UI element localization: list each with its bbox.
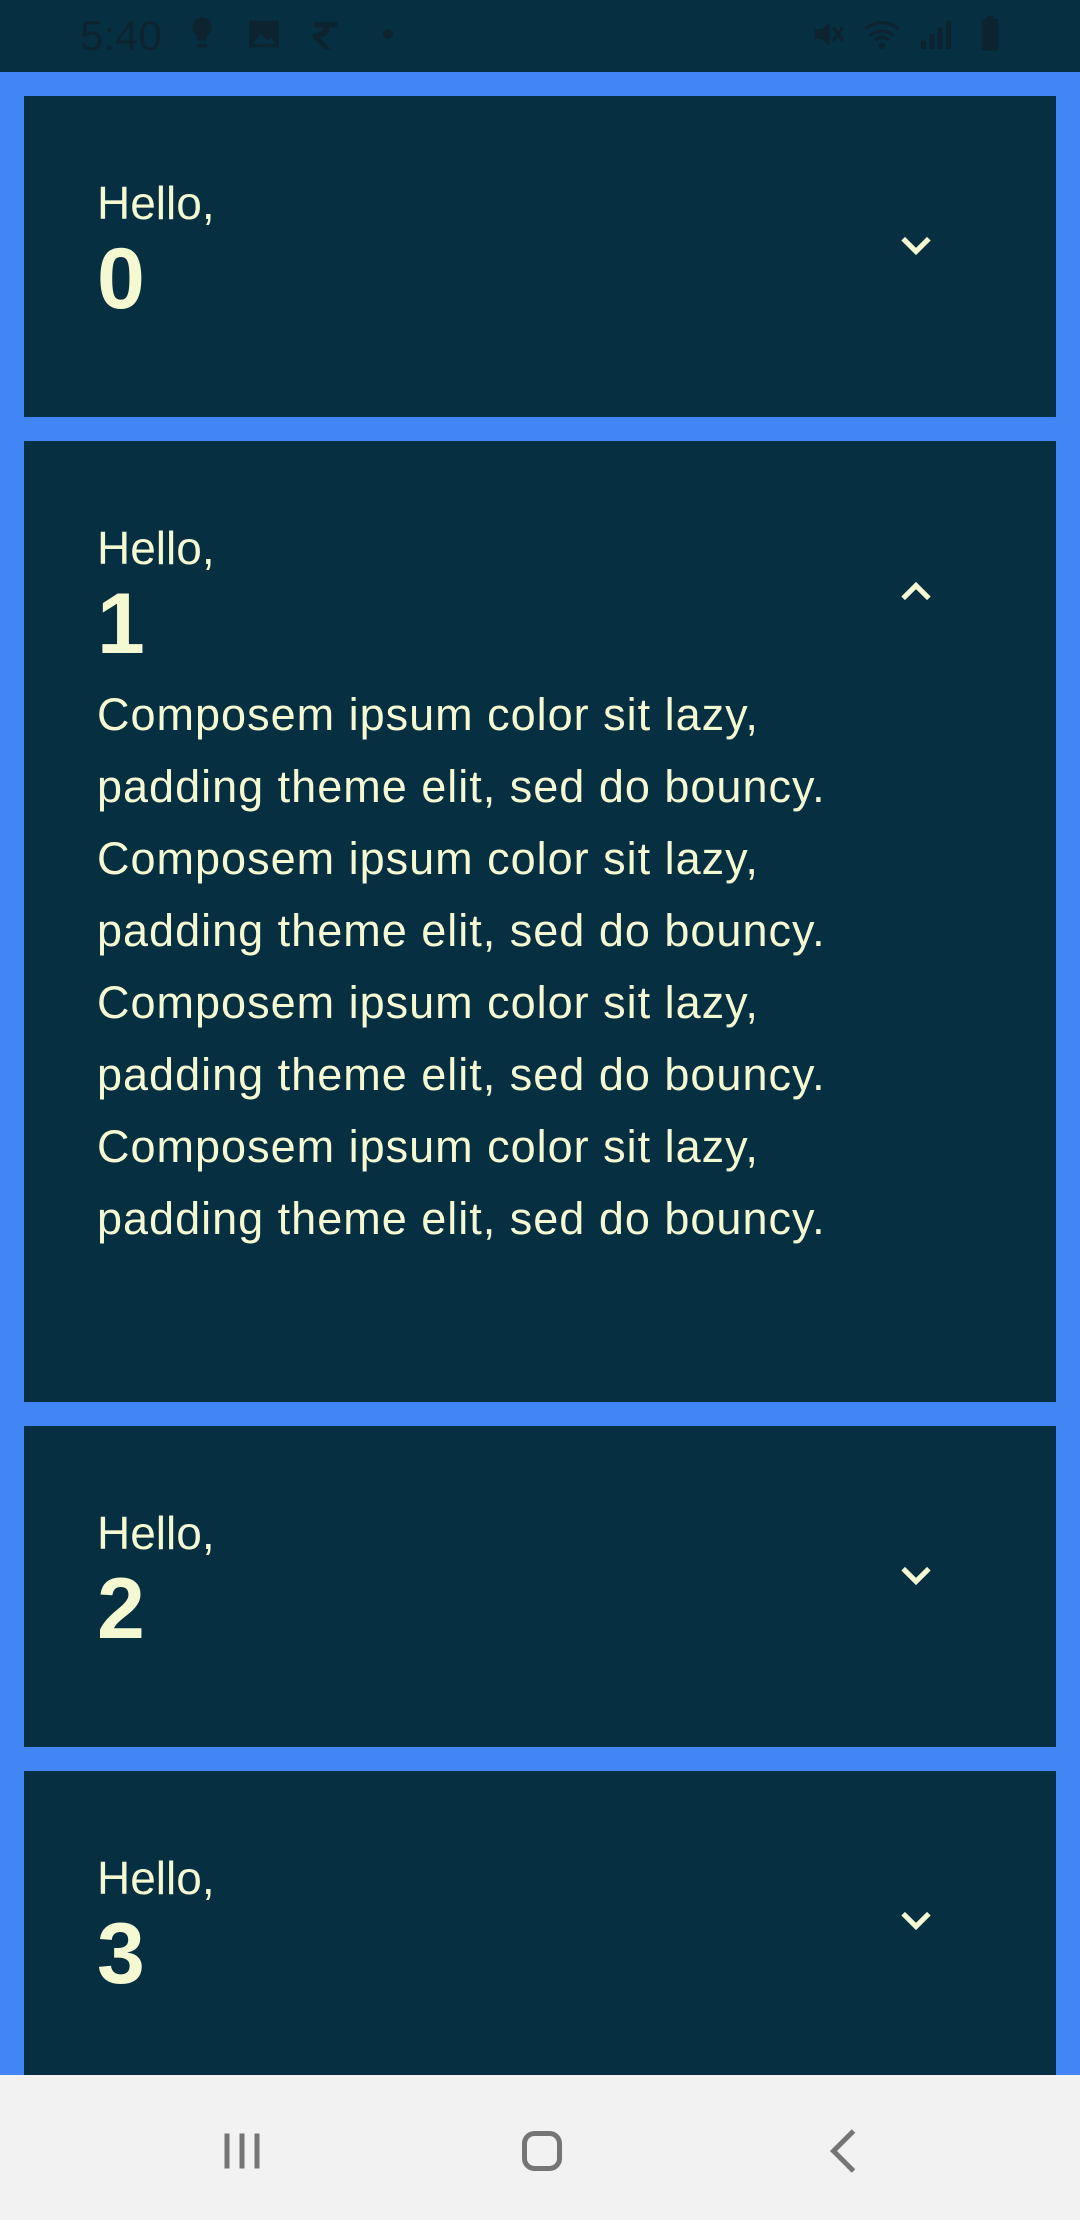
card-number: 3 <box>97 1906 145 2002</box>
signal-icon <box>921 20 951 49</box>
expandable-card[interactable]: Hello, 3 <box>24 1771 1056 2092</box>
card-number: 0 <box>97 231 145 327</box>
chevron-down-icon <box>901 1566 931 1586</box>
recents-icon <box>224 2133 260 2169</box>
rupee-app-icon <box>312 22 338 49</box>
card-body-text: Composem ipsum color sit lazy, padding t… <box>97 689 826 1244</box>
status-bar: 5:40 <box>0 0 1080 72</box>
expandable-card[interactable]: Hello, 1 Composem ipsum color sit lazy, … <box>24 441 1056 1402</box>
wifi-icon <box>864 21 900 49</box>
expand-button[interactable] <box>884 1544 948 1608</box>
home-button[interactable] <box>502 2111 582 2191</box>
system-nav-bar <box>0 2075 1080 2220</box>
expand-button[interactable] <box>884 214 948 278</box>
collapse-button[interactable] <box>884 559 948 623</box>
card-number: 2 <box>97 1561 145 1657</box>
bulb-icon <box>192 17 212 48</box>
dot-icon <box>383 29 393 39</box>
expandable-card[interactable]: Hello, 0 <box>24 96 1056 417</box>
card-number: 1 <box>97 576 145 672</box>
back-icon <box>829 2129 856 2173</box>
card-greeting: Hello, <box>97 522 215 574</box>
card-list: Hello, 0 Hello, 1 Composem ipsum color s… <box>24 96 1056 2116</box>
battery-icon <box>981 15 999 51</box>
home-icon <box>522 2131 562 2171</box>
chevron-down-icon <box>901 236 931 256</box>
back-button[interactable] <box>806 2111 886 2191</box>
card-greeting: Hello, <box>97 1852 215 1904</box>
recents-button[interactable] <box>202 2111 282 2191</box>
expandable-card[interactable]: Hello, 2 <box>24 1426 1056 1747</box>
card-greeting: Hello, <box>97 177 215 229</box>
expand-button[interactable] <box>884 1889 948 1953</box>
image-icon <box>249 20 279 48</box>
mute-icon <box>814 22 845 46</box>
chevron-down-icon <box>901 1911 931 1931</box>
chevron-up-icon <box>901 581 931 601</box>
card-greeting: Hello, <box>97 1507 215 1559</box>
status-time: 5:40 <box>80 12 162 59</box>
